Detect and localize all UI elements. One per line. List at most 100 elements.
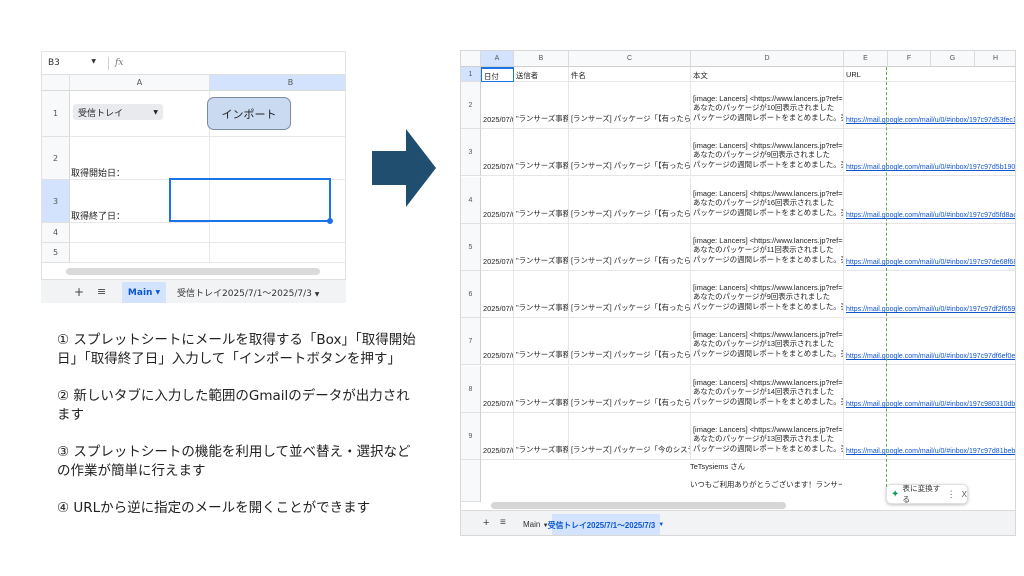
cell-body[interactable]: [image: Lancers] <https://www.lancers.jp… [691, 318, 844, 365]
cell-b2[interactable] [210, 137, 345, 180]
cell-sender[interactable]: "ランサーズ事務局" [514, 366, 569, 413]
convert-to-table-chip[interactable]: ✦ 表に変換する ⋮ X [886, 484, 968, 504]
selected-cell-b3[interactable] [169, 178, 331, 222]
cell-date[interactable]: 2025/07/02 [481, 224, 514, 271]
horizontal-scrollbar[interactable] [66, 268, 320, 275]
url-link[interactable]: https://mail.google.com/mail/u/0/#inbox/… [846, 117, 1015, 124]
row-header[interactable]: 2 [461, 82, 481, 129]
column-header-a[interactable]: A [481, 51, 514, 67]
row-header-3[interactable]: 3 [42, 180, 70, 223]
cell-body[interactable]: [image: Lancers] <https://www.lancers.jp… [691, 82, 844, 129]
cell-subject[interactable]: [ランサーズ] パッケージ「【有ったらいいな…」 [569, 318, 691, 365]
cell-sender[interactable]: "ランサーズ事務局" [514, 271, 569, 318]
url-link[interactable]: https://mail.google.com/mail/u/0/#inbox/… [846, 164, 1015, 171]
cell-body[interactable]: [image: Lancers] <https://www.lancers.jp… [691, 224, 844, 271]
cell-date[interactable]: 2025/07/02 [481, 366, 514, 413]
horizontal-scrollbar[interactable] [491, 502, 786, 509]
header-cell-sender[interactable]: 送信者 [514, 67, 569, 82]
row-header[interactable]: 9 [461, 413, 481, 460]
column-header-f[interactable]: F [888, 51, 931, 67]
url-link[interactable]: https://mail.google.com/mail/u/0/#inbox/… [846, 448, 1015, 455]
cell-subject[interactable]: [ランサーズ] パッケージ「今のシステムに満…」 [569, 413, 691, 460]
cell-body[interactable]: [image: Lancers] <https://www.lancers.jp… [691, 129, 844, 176]
cell-subject[interactable]: [ランサーズ] パッケージ「【有ったらいいな…」 [569, 271, 691, 318]
header-cell-subject[interactable]: 件名 [569, 67, 691, 82]
cell-body[interactable]: [image: Lancers] <https://www.lancers.jp… [691, 366, 844, 413]
row-header[interactable]: 4 [461, 177, 481, 224]
cell-url[interactable]: https://mail.google.com/mail/u/0/#inbox/… [844, 271, 1015, 318]
column-header-b[interactable]: B [210, 75, 345, 91]
row-header[interactable]: 3 [461, 129, 481, 176]
cell-sender[interactable]: "ランサーズ事務局" [514, 413, 569, 460]
row-header-10[interactable] [461, 460, 481, 502]
header-cell-date[interactable]: 日付 [481, 67, 514, 82]
cell-subject[interactable]: [ランサーズ] パッケージ「【有ったらいいな…」 [569, 82, 691, 129]
row-header-4[interactable]: 4 [42, 223, 70, 243]
column-header-g[interactable]: G [931, 51, 975, 67]
corner-header[interactable] [42, 75, 70, 91]
cell-b5[interactable] [210, 243, 345, 263]
cell-url[interactable]: https://mail.google.com/mail/u/0/#inbox/… [844, 82, 1015, 129]
column-header-d[interactable]: D [691, 51, 844, 67]
column-header-c[interactable]: C [569, 51, 691, 67]
header-cell-url[interactable]: URL [844, 67, 1015, 82]
row-header-1[interactable]: 1 [42, 91, 70, 137]
cell-sender[interactable]: "ランサーズ事務局" [514, 82, 569, 129]
add-sheet-icon[interactable]: + [74, 285, 84, 299]
cell-url[interactable]: https://mail.google.com/mail/u/0/#inbox/… [844, 318, 1015, 365]
cell-sender[interactable]: "ランサーズ事務局" [514, 177, 569, 224]
url-link[interactable]: https://mail.google.com/mail/u/0/#inbox/… [846, 306, 1015, 313]
cell-date[interactable]: 2025/07/02 [481, 271, 514, 318]
cell-date[interactable]: 2025/07/02 [481, 82, 514, 129]
url-link[interactable]: https://mail.google.com/mail/u/0/#inbox/… [846, 353, 1015, 360]
tab-main[interactable]: Main ▼ [523, 520, 549, 529]
row-header-5[interactable]: 5 [42, 243, 70, 263]
row-header[interactable]: 6 [461, 271, 481, 318]
column-header-h[interactable]: H [975, 51, 1015, 67]
cell-b4[interactable] [210, 223, 345, 243]
column-header-e[interactable]: E [844, 51, 888, 67]
more-options-icon[interactable]: ⋮ [947, 489, 956, 500]
cell-url[interactable]: https://mail.google.com/mail/u/0/#inbox/… [844, 366, 1015, 413]
row-header-2[interactable]: 2 [42, 137, 70, 180]
close-icon[interactable]: X [962, 490, 967, 499]
cell-subject[interactable]: [ランサーズ] パッケージ「【有ったらいいな…」 [569, 177, 691, 224]
corner-header[interactable] [461, 51, 481, 67]
cell-body[interactable]: [image: Lancers] <https://www.lancers.jp… [691, 271, 844, 318]
cell-a5[interactable] [70, 243, 210, 263]
tab-main[interactable]: Main ▼ [122, 282, 166, 303]
column-header-b[interactable]: B [514, 51, 569, 67]
cell-body[interactable]: [image: Lancers] <https://www.lancers.jp… [691, 413, 844, 460]
column-header-a[interactable]: A [70, 75, 210, 91]
all-sheets-menu-icon[interactable]: ≡ [97, 285, 106, 298]
cell-date[interactable]: 2025/07/02 [481, 318, 514, 365]
name-box[interactable]: B3 ▼ [42, 58, 102, 68]
cell-sender[interactable]: "ランサーズ事務局" [514, 318, 569, 365]
cell-subject[interactable]: [ランサーズ] パッケージ「【有ったらいいな…」 [569, 224, 691, 271]
add-sheet-icon[interactable]: + [483, 517, 489, 529]
cell-url[interactable]: https://mail.google.com/mail/u/0/#inbox/… [844, 177, 1015, 224]
row-header[interactable]: 7 [461, 318, 481, 365]
cell-body[interactable]: [image: Lancers] <https://www.lancers.jp… [691, 177, 844, 224]
header-cell-body[interactable]: 本文 [691, 67, 844, 82]
url-link[interactable]: https://mail.google.com/mail/u/0/#inbox/… [846, 259, 1015, 266]
mailbox-dropdown[interactable]: 受信トレイ ▼ [73, 104, 163, 120]
cell-subject[interactable]: [ランサーズ] パッケージ「【有ったらいいな…」 [569, 366, 691, 413]
cell-sender[interactable]: "ランサーズ事務局" [514, 224, 569, 271]
all-sheets-menu-icon[interactable]: ≡ [500, 517, 506, 528]
tab-inbox[interactable]: 受信トレイ2025/7/1〜2025/7/3 ▼ [548, 514, 664, 535]
tab-inbox[interactable]: 受信トレイ2025/7/1〜2025/7/3 ▼ [177, 286, 319, 299]
fill-handle[interactable] [327, 218, 333, 224]
cell-url[interactable]: https://mail.google.com/mail/u/0/#inbox/… [844, 413, 1015, 460]
cell-subject[interactable]: [ランサーズ] パッケージ「【有ったらいいな…」 [569, 129, 691, 176]
import-button[interactable]: インポート [207, 97, 291, 130]
cell-date[interactable]: 2025/07/02 [481, 413, 514, 460]
row-header[interactable]: 5 [461, 224, 481, 271]
cell-date[interactable]: 2025/07/02 [481, 129, 514, 176]
cell-sender[interactable]: "ランサーズ事務局" [514, 129, 569, 176]
row-header[interactable]: 8 [461, 366, 481, 413]
cell-url[interactable]: https://mail.google.com/mail/u/0/#inbox/… [844, 224, 1015, 271]
url-link[interactable]: https://mail.google.com/mail/u/0/#inbox/… [846, 401, 1015, 408]
cell-a4[interactable] [70, 223, 210, 243]
url-link[interactable]: https://mail.google.com/mail/u/0/#inbox/… [846, 212, 1015, 219]
